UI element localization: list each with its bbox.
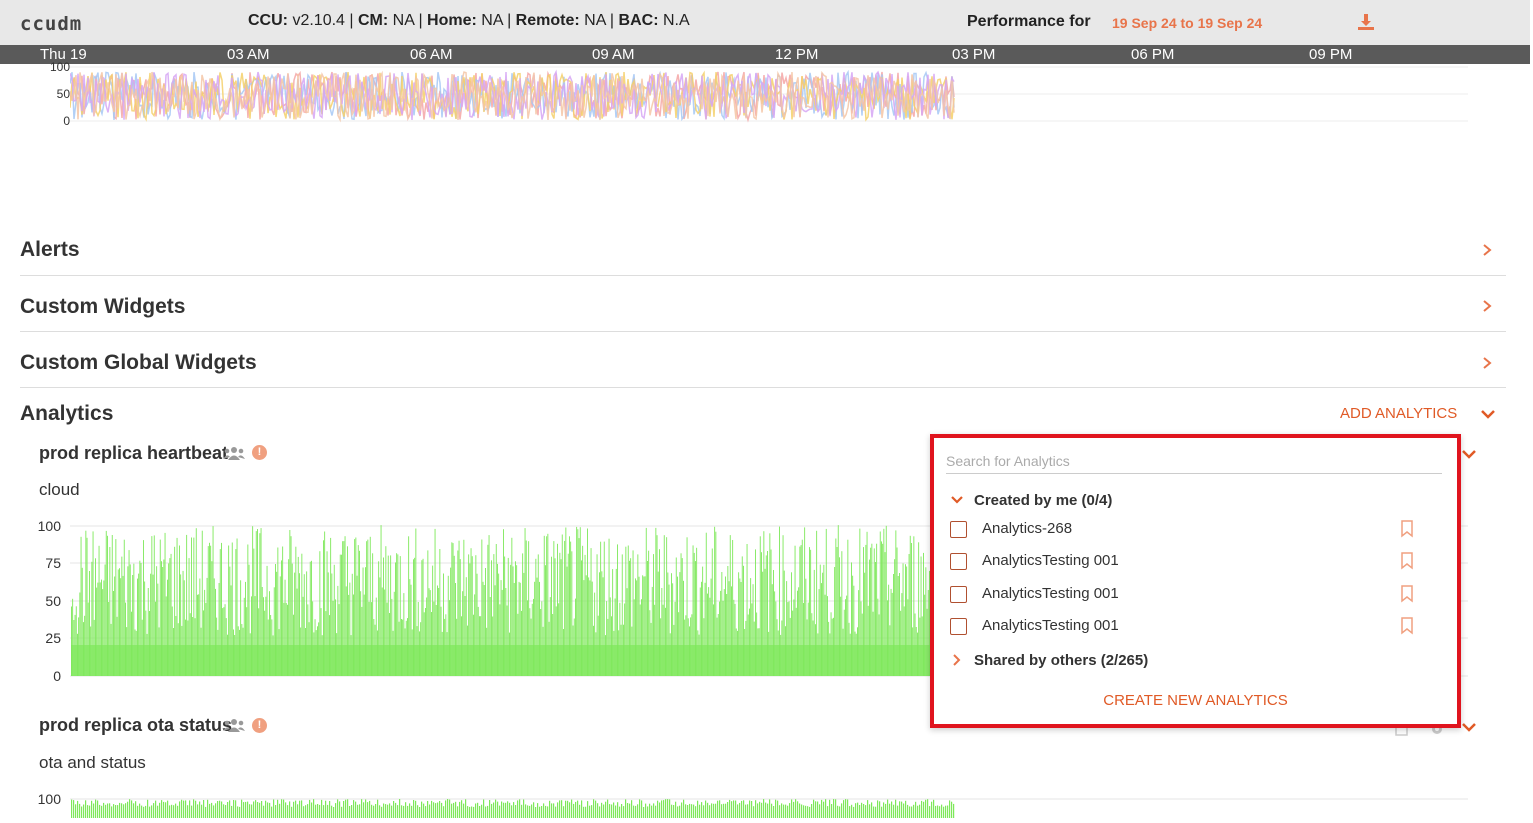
- home-label: Home:: [427, 12, 477, 29]
- remote-value: NA: [584, 12, 606, 29]
- chevron-right-icon[interactable]: [1480, 356, 1494, 370]
- section-alerts[interactable]: Alerts: [20, 230, 1506, 276]
- add-analytics-button[interactable]: ADD ANALYTICS: [1340, 405, 1457, 422]
- timeline-tick: 09 PM: [1309, 46, 1353, 63]
- chevron-down-icon[interactable]: [1461, 446, 1477, 462]
- analytics-dropdown: Created by me (0/4) Analytics-268 Analyt…: [930, 434, 1461, 728]
- chart-ytick: 100: [37, 791, 61, 807]
- analytics-item[interactable]: AnalyticsTesting 001: [950, 583, 1420, 607]
- bac-label: BAC:: [618, 12, 659, 29]
- performance-label: Performance for: [967, 13, 1091, 30]
- mini-chart-ytick: 0: [63, 114, 70, 128]
- item-checkbox[interactable]: [950, 521, 967, 538]
- timeline-tick: 09 AM: [592, 46, 635, 63]
- chevron-down-icon[interactable]: [1480, 406, 1496, 422]
- ota-bar-chart: [70, 798, 1468, 818]
- chart-ytick: 0: [53, 668, 61, 684]
- item-checkbox[interactable]: [950, 618, 967, 635]
- shared-by-others-group[interactable]: Shared by others (2/265): [950, 652, 1148, 669]
- widget-title: prod replica heartbeat: [39, 443, 229, 463]
- timeline-tick: 03 PM: [952, 46, 996, 63]
- section-custom-widgets[interactable]: Custom Widgets: [20, 276, 1506, 332]
- mini-line-chart: [70, 66, 1468, 123]
- cm-label: CM:: [357, 12, 389, 29]
- chevron-right-icon: [953, 654, 961, 666]
- chart-ytick: 75: [45, 555, 61, 571]
- item-label: AnalyticsTesting 001: [982, 585, 1119, 602]
- info-icon[interactable]: !: [252, 718, 267, 733]
- ccu-value: v2.10.4: [292, 12, 345, 29]
- chart-ytick: 100: [37, 518, 61, 534]
- timeline-tick: 12 PM: [775, 46, 819, 63]
- remote-label: Remote:: [515, 12, 580, 29]
- section-title: Alerts: [20, 238, 80, 261]
- created-by-me-group[interactable]: Created by me (0/4): [950, 492, 1112, 509]
- bookmark-icon[interactable]: [1400, 585, 1414, 603]
- home-value: NA: [481, 12, 503, 29]
- create-new-analytics-button[interactable]: CREATE NEW ANALYTICS: [934, 692, 1457, 709]
- timeline-tick: 03 AM: [227, 46, 270, 63]
- item-checkbox[interactable]: [950, 586, 967, 603]
- chart-ytick: 50: [45, 593, 61, 609]
- widget-title: prod replica ota status: [39, 715, 233, 735]
- timeline-tick: 06 AM: [410, 46, 453, 63]
- cm-value: NA: [392, 12, 414, 29]
- chevron-right-icon[interactable]: [1480, 243, 1494, 257]
- section-custom-global-widgets[interactable]: Custom Global Widgets: [20, 332, 1506, 388]
- analytics-item[interactable]: AnalyticsTesting 001: [950, 550, 1420, 574]
- download-icon[interactable]: [1356, 12, 1376, 32]
- chevron-down-icon[interactable]: [1461, 719, 1477, 735]
- group-label: Shared by others (2/265): [974, 652, 1149, 669]
- analytics-title: Analytics: [20, 402, 114, 425]
- bookmark-icon[interactable]: [1400, 520, 1414, 538]
- version-info: CCU: v2.10.4 | CM: NA | Home: NA | Remot…: [248, 12, 690, 29]
- bookmark-icon[interactable]: [1400, 552, 1414, 570]
- bac-value: N.A: [662, 12, 690, 29]
- chevron-down-icon: [951, 496, 963, 504]
- analytics-item[interactable]: AnalyticsTesting 001: [950, 615, 1420, 639]
- ccu-label: CCU:: [248, 12, 288, 29]
- section-title: Custom Widgets: [20, 295, 186, 318]
- app-name: ccudm: [20, 13, 83, 35]
- header-bar: ccudm CCU: v2.10.4 | CM: NA | Home: NA |…: [0, 0, 1530, 45]
- widget-subtitle: cloud: [39, 480, 80, 499]
- item-checkbox[interactable]: [950, 553, 967, 570]
- chart-ytick: 25: [45, 630, 61, 646]
- group-icon: [223, 719, 245, 732]
- timeline-tick: 06 PM: [1131, 46, 1175, 63]
- group-icon: [223, 447, 245, 460]
- chevron-right-icon[interactable]: [1480, 299, 1494, 313]
- date-range-picker[interactable]: 19 Sep 24 to 19 Sep 24: [1112, 15, 1262, 31]
- bookmark-icon[interactable]: [1400, 617, 1414, 635]
- item-label: AnalyticsTesting 001: [982, 617, 1119, 634]
- analytics-item[interactable]: Analytics-268: [950, 518, 1420, 542]
- info-icon[interactable]: !: [252, 445, 267, 460]
- search-analytics-input[interactable]: [946, 448, 1442, 474]
- mini-chart-ytick: 50: [56, 87, 70, 101]
- section-title: Custom Global Widgets: [20, 351, 257, 374]
- group-label: Created by me (0/4): [974, 492, 1113, 509]
- timeline-axis: Thu 19 03 AM 06 AM 09 AM 12 PM 03 PM 06 …: [0, 45, 1530, 64]
- item-label: Analytics-268: [982, 520, 1073, 537]
- widget-subtitle: ota and status: [39, 753, 146, 772]
- mini-chart-ytick: 100: [49, 60, 70, 74]
- item-label: AnalyticsTesting 001: [982, 552, 1119, 569]
